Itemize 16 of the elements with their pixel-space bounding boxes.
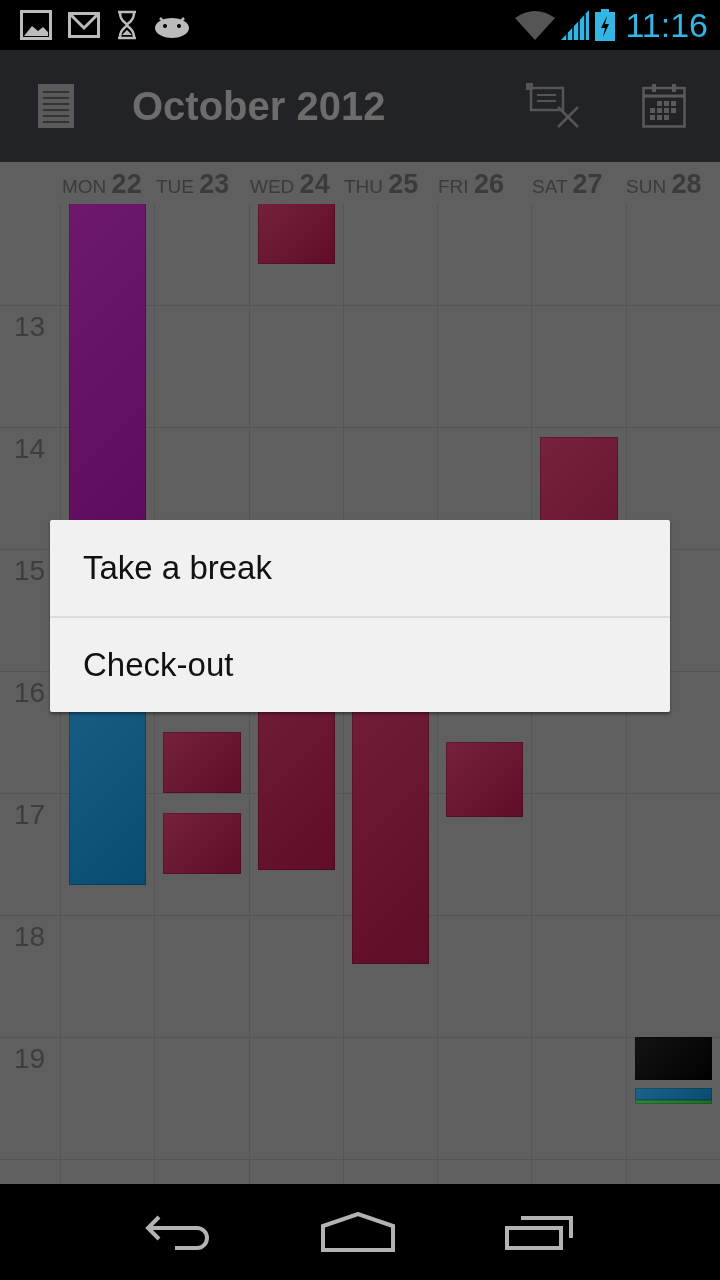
list-icon[interactable] [38,84,74,128]
calendar-icon[interactable] [642,84,686,128]
menu-item[interactable]: Check-out [50,616,670,712]
hourglass-icon [116,10,138,40]
home-icon[interactable] [321,1212,395,1252]
menu-item[interactable]: Take a break [50,520,670,616]
clock-time: 11:16 [625,5,708,45]
wifi-icon [515,10,556,40]
recent-apps-icon[interactable] [505,1214,575,1250]
signal-icon [561,10,590,40]
mail-icon [68,12,100,38]
battery-icon [595,9,616,41]
back-icon[interactable] [145,1213,211,1251]
clear-event-icon[interactable] [526,83,580,129]
picture-icon [20,10,52,40]
month-title: October 2012 [132,83,386,129]
